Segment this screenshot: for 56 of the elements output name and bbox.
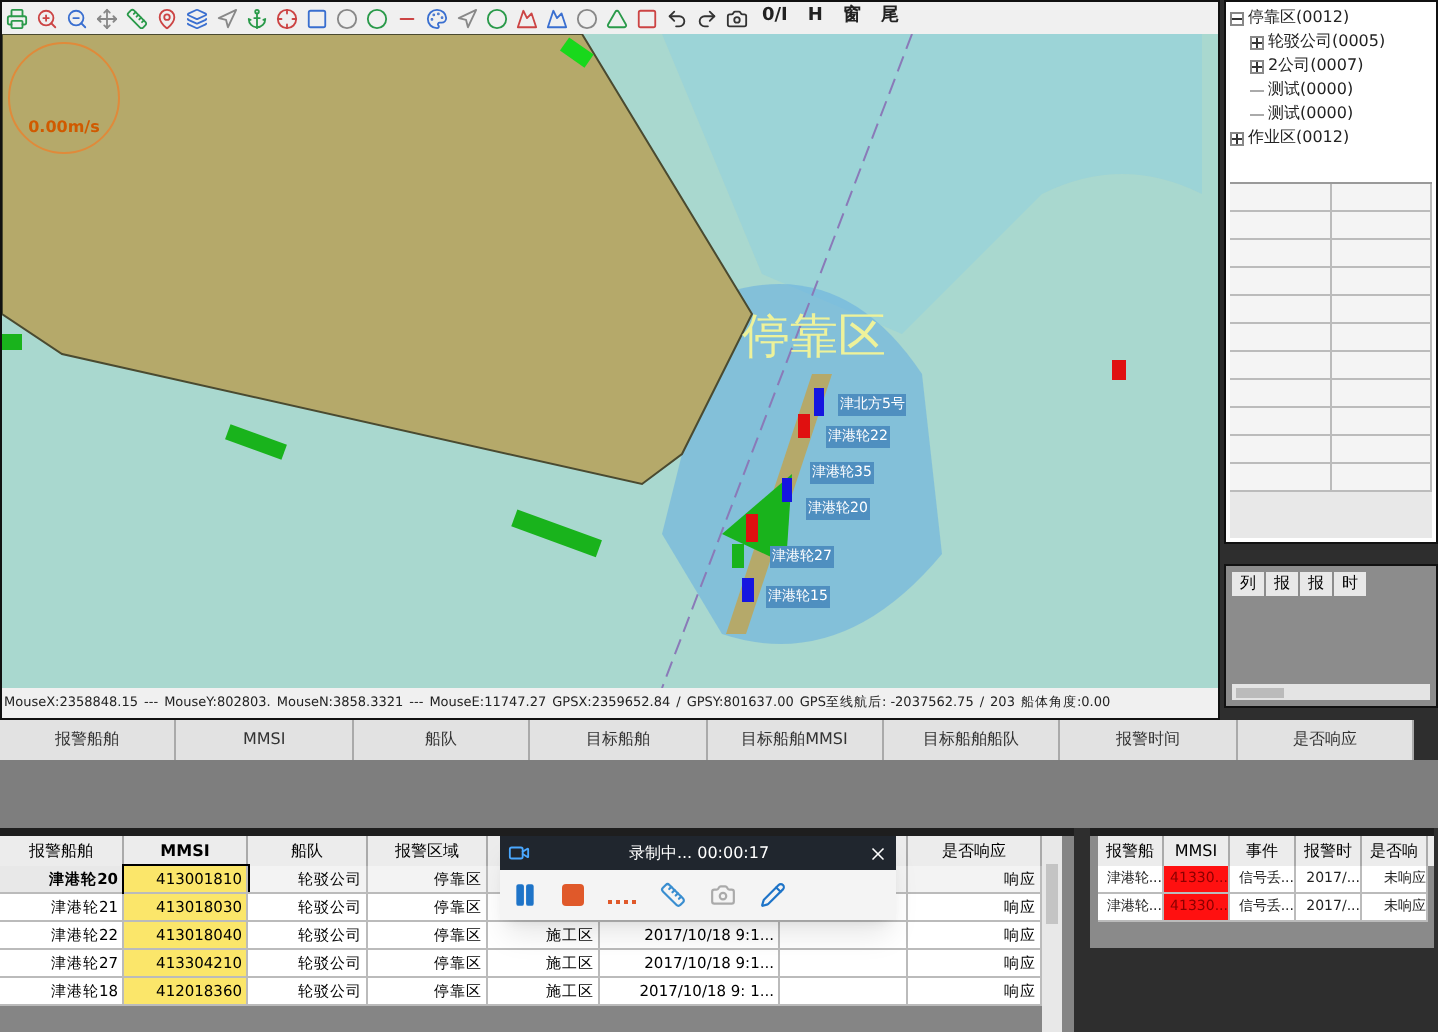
ruler-icon[interactable]	[660, 882, 686, 908]
tool-icon[interactable]	[546, 7, 568, 29]
column-header[interactable]: 报	[1300, 572, 1332, 596]
toolbar-button[interactable]: 尾	[874, 4, 905, 32]
tool-icon[interactable]	[456, 7, 478, 29]
tool-icon[interactable]	[306, 7, 328, 29]
zone-label: 停靠区	[742, 306, 886, 368]
tool-icon[interactable]	[336, 7, 358, 29]
tool-icon[interactable]	[516, 7, 538, 29]
tool-icon[interactable]	[246, 7, 268, 29]
expander-icon[interactable]	[1250, 59, 1264, 73]
close-icon[interactable]	[868, 843, 888, 863]
pause-icon[interactable]	[512, 882, 538, 908]
webcam-icon[interactable]	[710, 882, 736, 908]
tree-item[interactable]: 轮驳公司(0005)	[1268, 30, 1386, 54]
tool-icon[interactable]	[66, 7, 88, 29]
expander-icon[interactable]	[1230, 131, 1244, 145]
tool-icon[interactable]	[36, 7, 58, 29]
tool-icon[interactable]	[276, 7, 298, 29]
tree-item[interactable]: 测试(0000)	[1268, 78, 1354, 102]
tree-item[interactable]: 停靠区(0012)	[1248, 6, 1350, 30]
tree-item[interactable]: 作业区(0012)	[1248, 126, 1350, 150]
tool-icon[interactable]	[426, 7, 448, 29]
tool-icon[interactable]	[636, 7, 658, 29]
scrollbar[interactable]	[1232, 684, 1430, 700]
tool-icon[interactable]	[606, 7, 628, 29]
column-header[interactable]: 报	[1266, 572, 1298, 596]
expander-icon[interactable]	[1250, 35, 1264, 49]
tree-item[interactable]: 测试(0000)	[1268, 102, 1354, 126]
tool-icon[interactable]	[366, 7, 388, 29]
tool-icon[interactable]	[486, 7, 508, 29]
tool-icon[interactable]	[216, 7, 238, 29]
tool-icon[interactable]	[156, 7, 178, 29]
tool-icon[interactable]	[576, 7, 598, 29]
toolbar-button[interactable]: 0/I	[756, 4, 794, 32]
recorder-logo-icon	[508, 842, 530, 864]
column-header[interactable]: 列	[1232, 572, 1264, 596]
column-header[interactable]: 时	[1334, 572, 1366, 596]
expander-icon[interactable]	[1230, 11, 1244, 25]
recorder-title: 录制中... 00:00:17	[626, 841, 772, 865]
stop-button[interactable]	[562, 884, 584, 906]
tool-icon[interactable]	[126, 7, 148, 29]
camera-icon[interactable]	[726, 7, 748, 29]
tree-item[interactable]: 2公司(0007)	[1268, 54, 1364, 78]
speed-reading: 0.00m/s	[28, 116, 100, 140]
table-cell	[780, 978, 908, 1006]
pencil-icon[interactable]	[760, 882, 786, 908]
redo-icon[interactable]	[696, 7, 718, 29]
tool-icon[interactable]	[6, 7, 28, 29]
scrollbar[interactable]	[1042, 836, 1062, 1032]
underline-icon[interactable]	[608, 899, 636, 903]
tool-icon[interactable]	[96, 7, 118, 29]
undo-icon[interactable]	[666, 7, 688, 29]
tool-icon[interactable]	[186, 7, 208, 29]
toolbar-button[interactable]: H	[801, 4, 829, 32]
toolbar-button[interactable]: 窗	[836, 4, 867, 32]
